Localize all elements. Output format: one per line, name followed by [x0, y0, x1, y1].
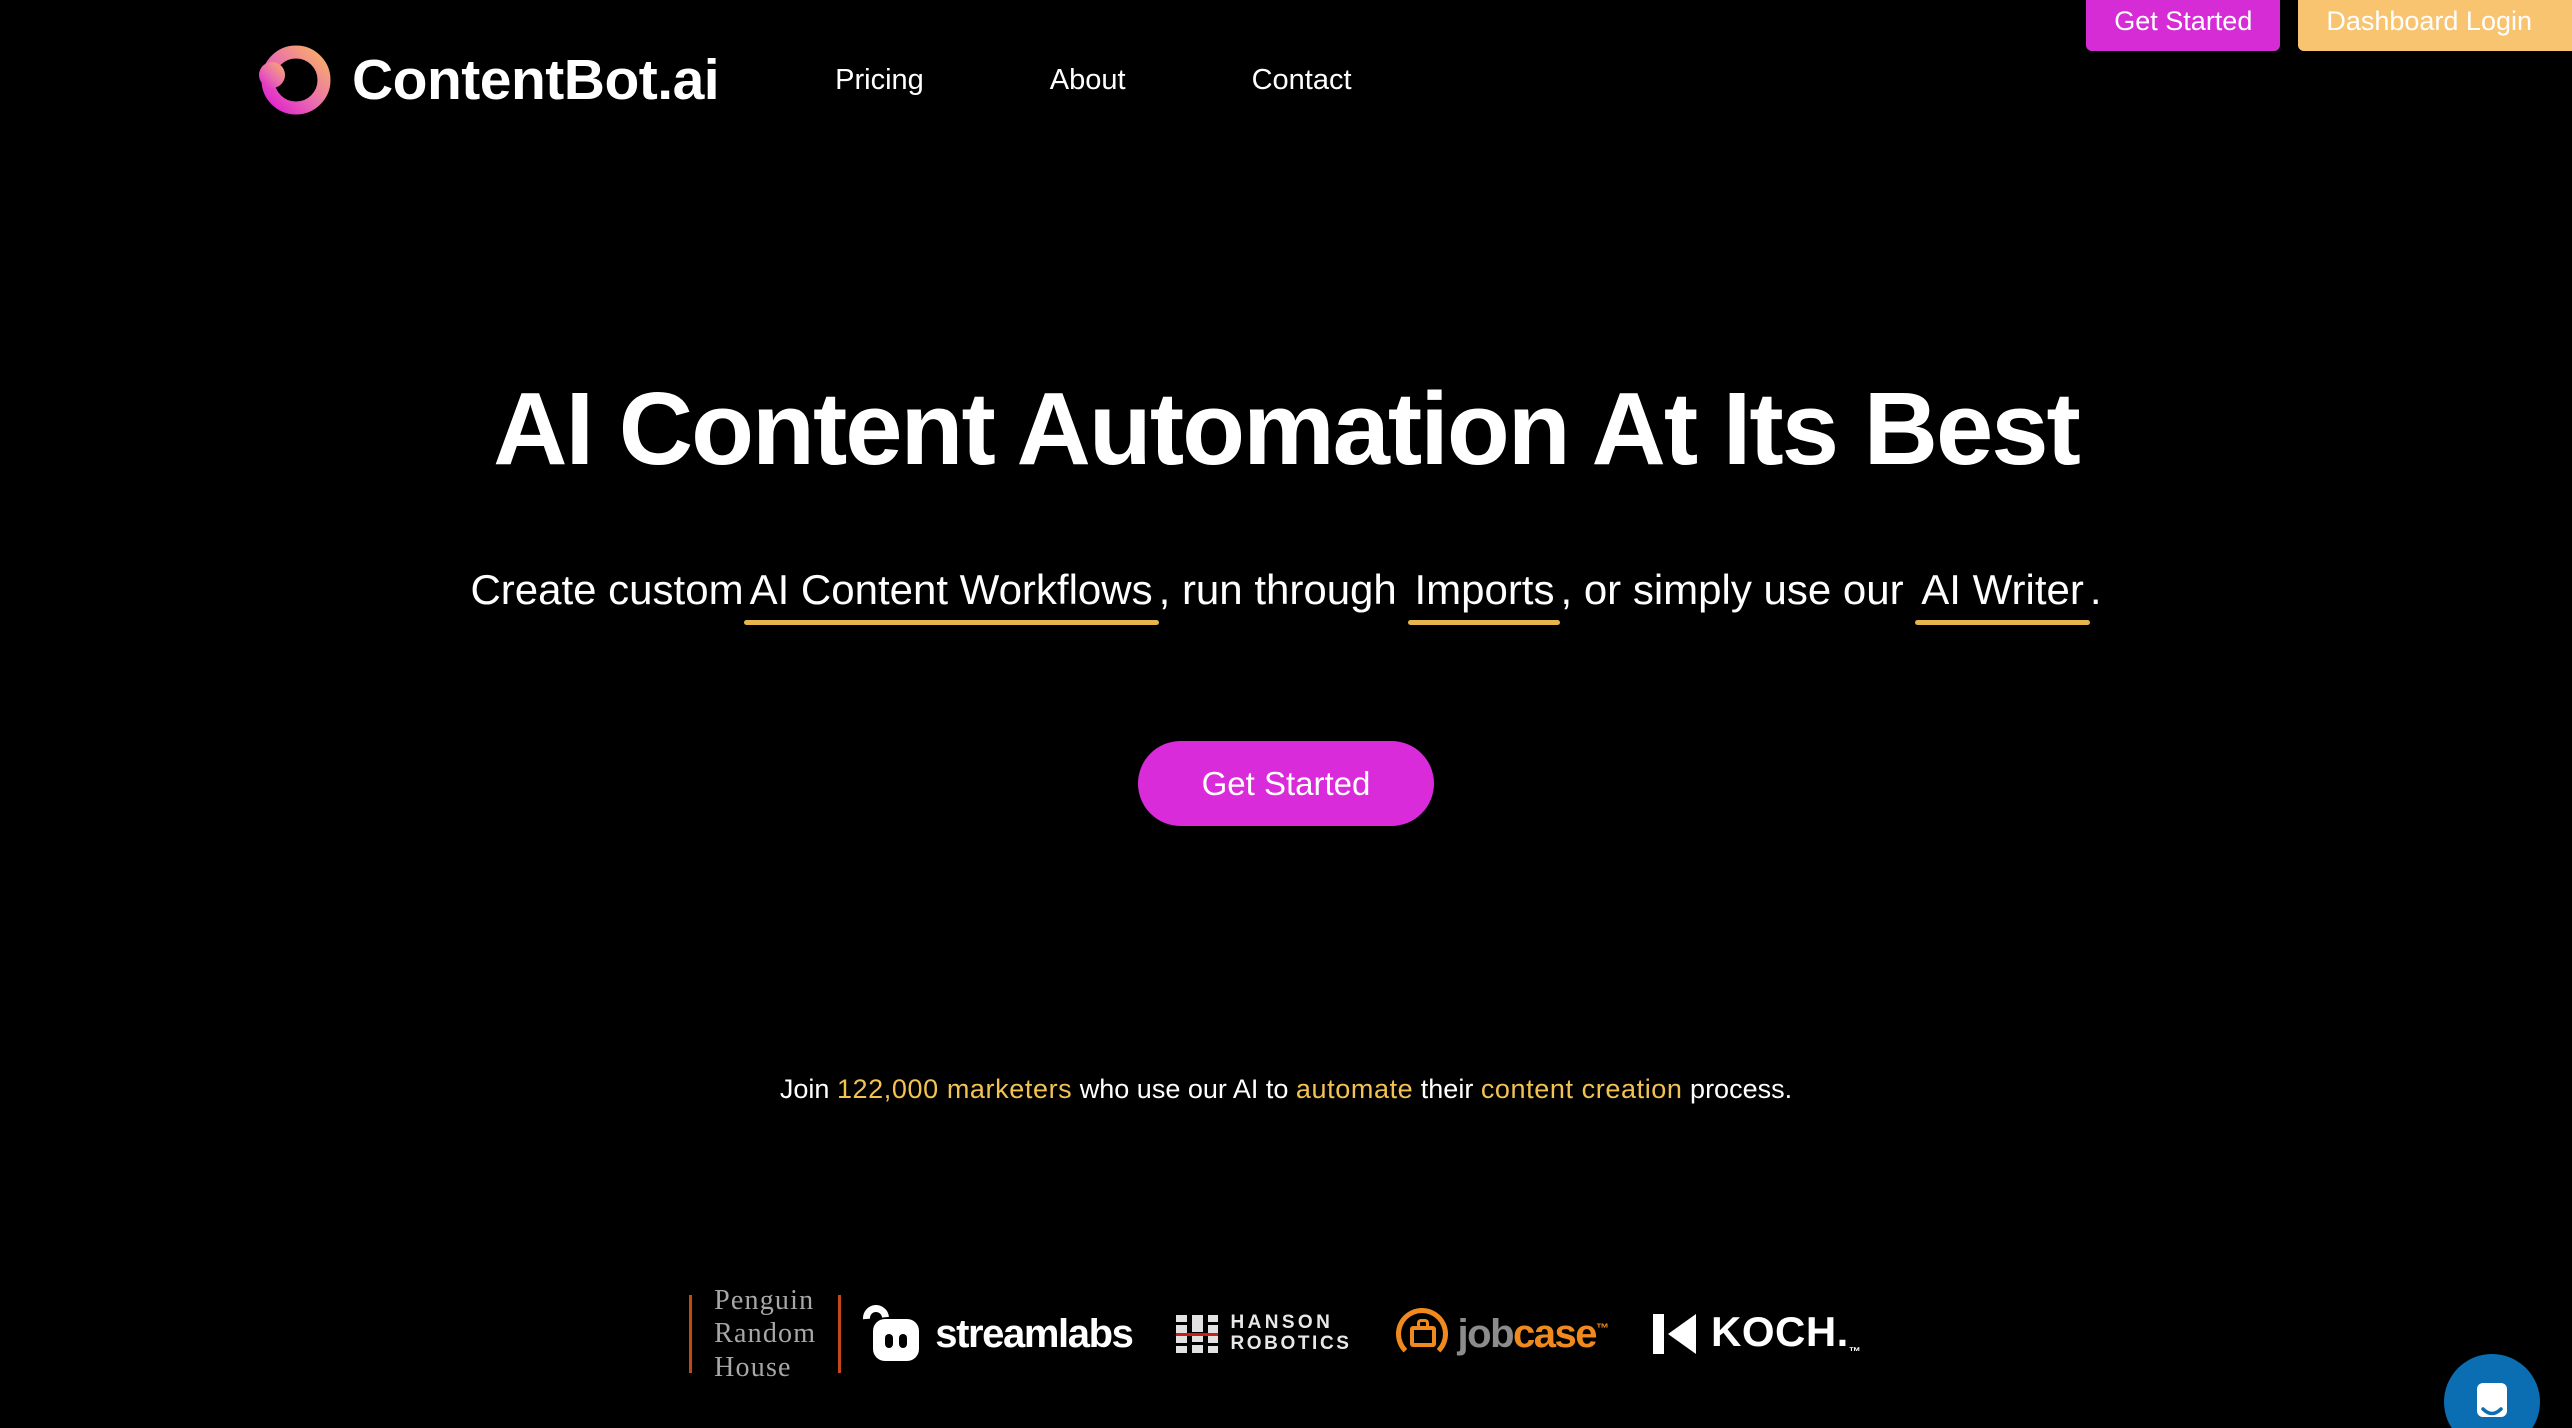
jobcase-word-case: case: [1513, 1312, 1597, 1356]
koch-wordmark: KOCH.: [1711, 1307, 1849, 1355]
hero-title: AI Content Automation At Its Best: [493, 371, 2081, 486]
prh-line-2: Random: [714, 1318, 817, 1350]
get-started-button-hero[interactable]: Get Started: [1137, 741, 1435, 826]
social-proof-part3: their: [1413, 1074, 1481, 1104]
nav-item-pricing[interactable]: Pricing: [835, 65, 924, 95]
social-proof-highlight-automate: automate: [1295, 1074, 1414, 1104]
hanson-line-1: HANSON: [1230, 1312, 1334, 1334]
jobcase-word-job: job: [1457, 1312, 1515, 1356]
brand-logo-link[interactable]: ContentBot.ai: [252, 39, 720, 121]
streamlabs-mascot-icon: [857, 1299, 921, 1363]
koch-trademark: ™: [1848, 1344, 1861, 1359]
brand-name: ContentBot.ai: [352, 47, 720, 112]
hero-sub-lead: Create custom: [470, 566, 744, 613]
social-proof-part4: process.: [1682, 1074, 1793, 1104]
hanson-line-2: ROBOTICS: [1230, 1333, 1352, 1354]
hero-sub-tail: .: [2089, 566, 2102, 613]
contentbot-ring-logo-icon: [252, 39, 334, 121]
prh-line-1: Penguin: [714, 1285, 815, 1317]
nav-item-about[interactable]: About: [1050, 65, 1126, 95]
get-started-button-header[interactable]: Get Started: [2086, 0, 2281, 51]
top-action-bar: Get Started Dashboard Login: [2086, 0, 2572, 51]
hero-sub-mid2: , or simply use our: [1560, 566, 1904, 613]
logo-jobcase: jobcase™: [1374, 1278, 1631, 1390]
social-proof-count: 122,000 marketers: [836, 1074, 1073, 1104]
social-proof-line: Join 122,000 marketers who use our AI to…: [0, 1072, 2572, 1107]
hero-link-ai-content-workflows[interactable]: AI Content Workflows: [743, 564, 1159, 624]
logo-koch: KOCH.™: [1631, 1278, 1883, 1390]
logo-hanson-robotics: HANSON ROBOTICS: [1154, 1278, 1373, 1390]
nav-item-contact[interactable]: Contact: [1252, 65, 1352, 95]
social-proof-part2: who use our AI to: [1072, 1074, 1296, 1104]
main-navigation: Pricing About Contact: [835, 65, 1352, 95]
streamlabs-wordmark: streamlabs: [935, 1312, 1134, 1356]
jobcase-trademark: ™: [1596, 1320, 1610, 1336]
social-proof-highlight-content-creation: content creation: [1480, 1074, 1683, 1104]
hero-subtitle: Create custom AI Content Workflows, run t…: [0, 564, 2572, 624]
social-proof-part1: Join: [779, 1074, 837, 1104]
koch-k-icon: [1653, 1313, 1699, 1354]
chat-bubble-icon: [2469, 1379, 2515, 1425]
hero-sub-mid1: , run through: [1158, 566, 1397, 613]
logo-penguin-random-house: Penguin Random House: [692, 1278, 838, 1390]
prh-line-3: House: [714, 1351, 792, 1383]
hero-cta-wrapper: Get Started: [0, 741, 2572, 826]
jobcase-briefcase-icon: [1395, 1308, 1448, 1360]
hero-link-imports[interactable]: Imports: [1408, 564, 1561, 624]
logo-streamlabs: streamlabs: [841, 1278, 1154, 1390]
dashboard-login-button[interactable]: Dashboard Login: [2298, 0, 2572, 51]
customer-logo-strip: Penguin Random House streamlabs HANSON R…: [0, 1278, 2572, 1390]
hero-link-ai-writer[interactable]: AI Writer: [1915, 564, 2090, 624]
hanson-bars-icon: [1176, 1315, 1219, 1354]
